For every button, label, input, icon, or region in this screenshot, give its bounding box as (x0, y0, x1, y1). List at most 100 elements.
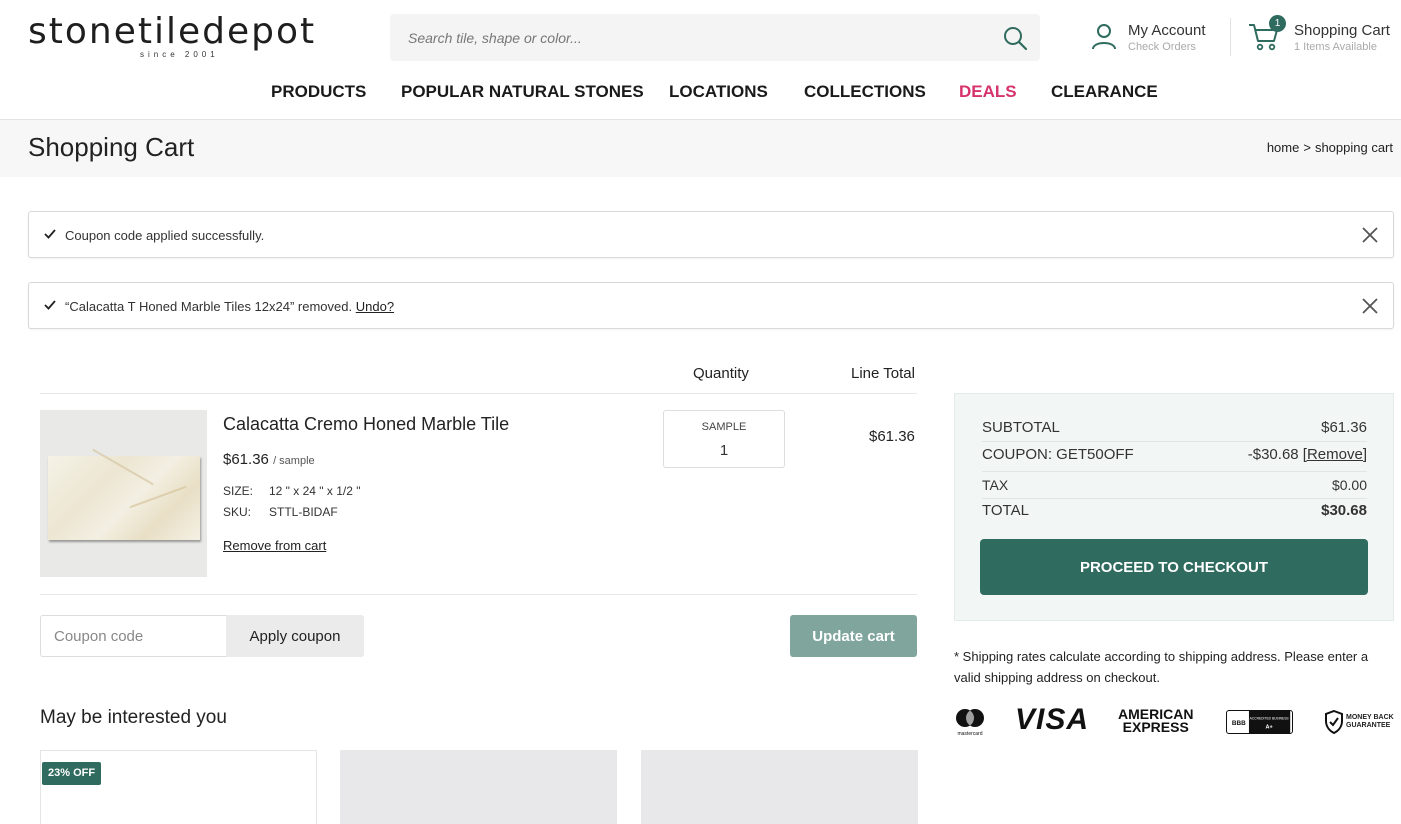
cart-subtitle: 1 Items Available (1294, 41, 1377, 53)
product-thumbnail[interactable] (40, 410, 207, 577)
total-value: $30.68 (1321, 502, 1367, 519)
sku-label: SKU: (223, 505, 252, 519)
cart-count-badge: 1 (1269, 15, 1286, 32)
coupon-applied-notice: Coupon code applied successfully. (28, 211, 1394, 258)
size-value: 12 " x 24 " x 1/2 " (269, 484, 361, 498)
close-icon[interactable] (1361, 297, 1379, 315)
page-title-bar: Shopping Cart home > shopping cart (0, 120, 1401, 177)
mastercard-icon: mastercard (956, 709, 984, 737)
nav-clearance[interactable]: CLEARANCE (1051, 82, 1158, 102)
nav-locations[interactable]: LOCATIONS (669, 82, 768, 102)
related-product-card[interactable] (641, 750, 918, 824)
shopping-cart-link[interactable]: 1 Shopping Cart 1 Items Available (1248, 15, 1398, 60)
price-unit: / sample (273, 455, 315, 467)
search-icon[interactable] (1002, 25, 1028, 51)
breadcrumb: home > shopping cart (1267, 140, 1393, 155)
money-back-guarantee-badge: MONEY BACK GUARANTEE (1324, 710, 1396, 736)
cart-title: Shopping Cart (1294, 22, 1390, 39)
mastercard-text: mastercard (957, 731, 982, 737)
bbb-text: BBB (1232, 720, 1246, 727)
marble-tile-image (48, 448, 200, 540)
related-products-title: May be interested you (40, 707, 227, 728)
user-icon (1092, 24, 1116, 50)
summary-divider (982, 441, 1367, 442)
remove-coupon-link[interactable]: [Remove] (1303, 446, 1367, 463)
search-bar (390, 14, 1040, 61)
price-value: $61.36 (223, 451, 269, 468)
breadcrumb-home[interactable]: home (1267, 140, 1300, 155)
close-icon[interactable] (1361, 226, 1379, 244)
table-divider (40, 594, 917, 595)
quantity-input[interactable] (674, 439, 774, 461)
nav-deals[interactable]: DEALS (959, 82, 1017, 102)
size-label: SIZE: (223, 484, 254, 498)
account-title: My Account (1128, 22, 1206, 39)
discount-badge: 23% OFF (42, 762, 102, 785)
logo-text: stonetiledepot (28, 11, 317, 52)
logo-tagline: since 2001 (140, 50, 219, 59)
nav-popular-natural-stones[interactable]: POPULAR NATURAL STONES (401, 82, 644, 102)
apply-coupon-button[interactable]: Apply coupon (226, 615, 364, 657)
tile-vein (129, 485, 187, 509)
coupon-label: COUPON: GET50OFF (982, 446, 1134, 463)
total-label: TOTAL (982, 502, 1029, 519)
removed-text: “Calacatta T Honed Marble Tiles 12x24” r… (65, 299, 353, 314)
summary-divider (982, 498, 1367, 499)
quantity-header: Quantity (693, 365, 749, 382)
coupon-code-input[interactable] (40, 615, 228, 657)
order-summary: SUBTOTAL $61.36 COUPON: GET50OFF -$30.68… (954, 393, 1394, 621)
tile-vein (92, 448, 154, 486)
guarantee-line-1: MONEY BACK (1346, 714, 1394, 721)
product-name[interactable]: Calacatta Cremo Honed Marble Tile (223, 414, 509, 435)
notice-message: Coupon code applied successfully. (65, 228, 265, 243)
related-product-card[interactable] (340, 750, 617, 824)
remove-from-cart-link[interactable]: Remove from cart (223, 538, 326, 553)
shield-icon (1325, 710, 1343, 734)
table-divider (40, 393, 917, 394)
breadcrumb-current: shopping cart (1314, 140, 1393, 155)
product-price: $61.36 / sample (223, 451, 315, 468)
sku-value: STTL-BIDAF (269, 505, 338, 519)
undo-link[interactable]: Undo? (356, 299, 394, 314)
total-row: TOTAL $30.68 (982, 502, 1367, 519)
subtotal-label: SUBTOTAL (982, 419, 1060, 436)
nav-products[interactable]: PRODUCTS (271, 82, 366, 102)
line-total-header: Line Total (851, 365, 915, 382)
product-size: SIZE: 12 " x 24 " x 1/2 " (223, 484, 361, 498)
coupon-row: COUPON: GET50OFF -$30.68 [Remove] (982, 446, 1367, 463)
tax-row: TAX $0.00 (982, 477, 1367, 493)
proceed-to-checkout-button[interactable]: PROCEED TO CHECKOUT (980, 539, 1368, 595)
checkmark-icon (44, 229, 56, 239)
amex-logo: AMERICAN EXPRESS (1118, 707, 1193, 735)
visa-logo: VISA (1015, 703, 1090, 736)
subtotal-row: SUBTOTAL $61.36 (982, 419, 1367, 436)
site-header: stonetiledepot since 2001 My Account Che… (0, 0, 1401, 120)
tax-label: TAX (982, 477, 1009, 493)
search-input[interactable] (390, 14, 980, 61)
nav-collections[interactable]: COLLECTIONS (804, 82, 926, 102)
guarantee-text: MONEY BACK GUARANTEE (1346, 714, 1394, 730)
notice-message: “Calacatta T Honed Marble Tiles 12x24” r… (65, 299, 394, 314)
shipping-note: * Shipping rates calculate according to … (954, 649, 1369, 685)
tax-value: $0.00 (1331, 477, 1367, 493)
bbb-accredited-text: ACCREDITED BUSINESS (1250, 716, 1290, 720)
quantity-box: SAMPLE (663, 410, 785, 468)
breadcrumb-separator: > (1303, 140, 1311, 155)
quantity-label: SAMPLE (701, 421, 747, 433)
line-total-value: $61.36 (869, 428, 915, 445)
related-product-card[interactable]: 23% OFF (40, 750, 317, 824)
guarantee-line-2: GUARANTEE (1346, 722, 1391, 729)
product-sku: SKU: STTL-BIDAF (223, 505, 338, 519)
bbb-badge: BBB ACCREDITED BUSINESS A+ (1226, 710, 1293, 734)
main-nav: PRODUCTS POPULAR NATURAL STONES LOCATION… (0, 82, 1401, 106)
my-account-link[interactable]: My Account Check Orders (1090, 20, 1225, 60)
header-divider (1230, 18, 1231, 56)
update-cart-button[interactable]: Update cart (790, 615, 917, 657)
coupon-discount: -$30.68 [Remove] (1248, 446, 1367, 463)
subtotal-value: $61.36 (1321, 419, 1367, 436)
checkmark-icon (44, 300, 56, 310)
page-title: Shopping Cart (28, 132, 195, 162)
bbb-rating: A+ (1266, 724, 1273, 730)
amex-line-2: EXPRESS (1122, 719, 1189, 735)
site-logo[interactable]: stonetiledepot since 2001 (28, 11, 317, 60)
